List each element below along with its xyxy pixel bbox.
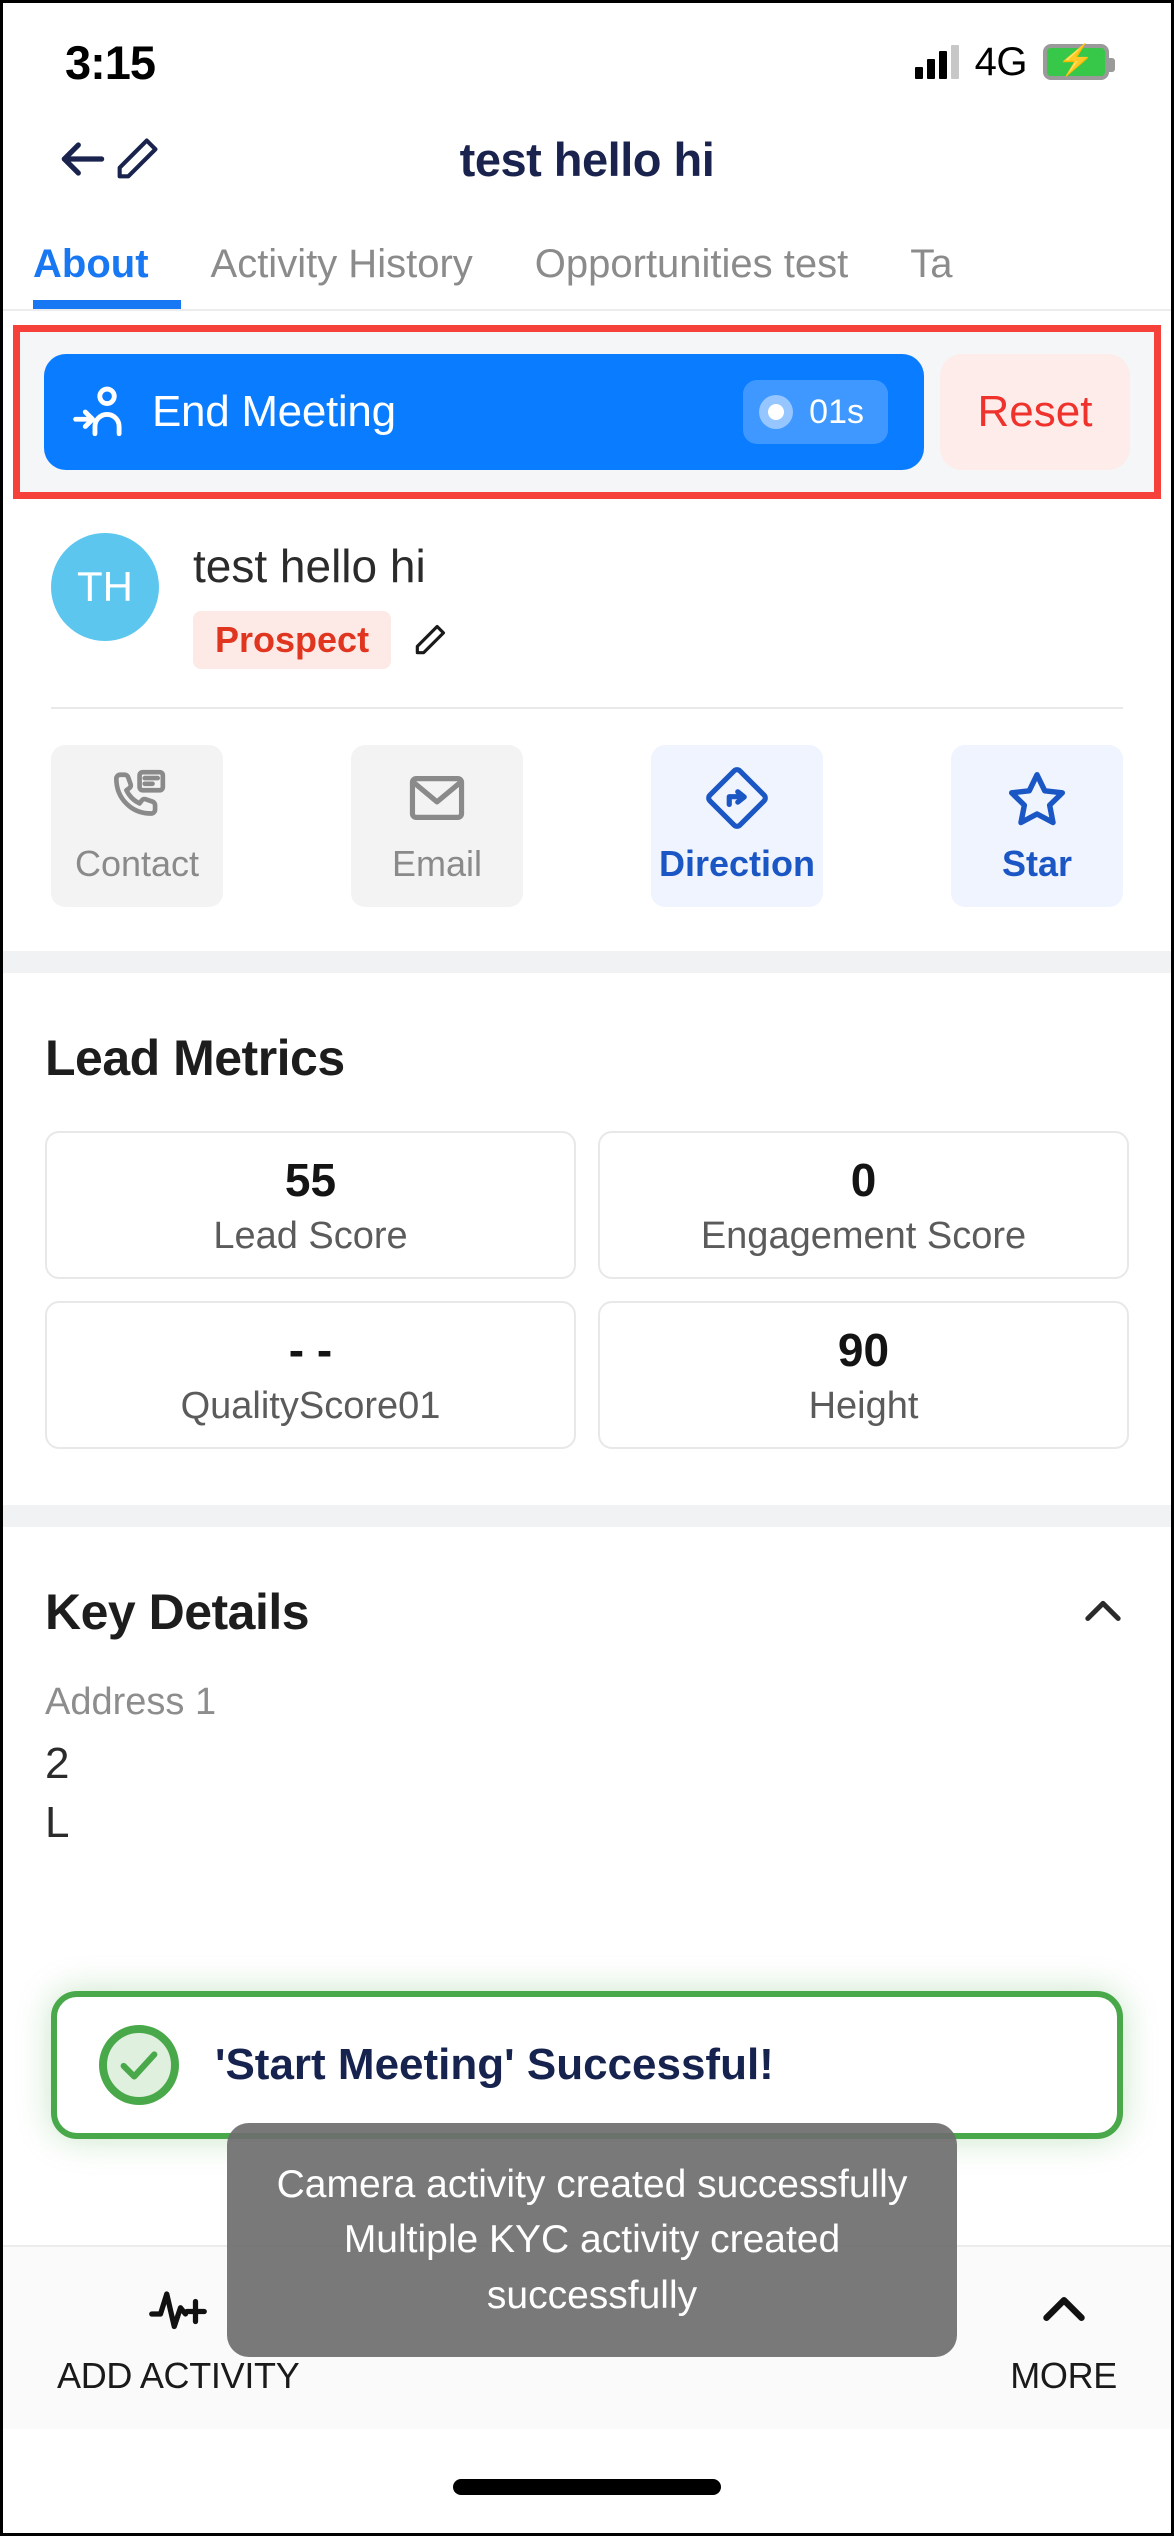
avatar: TH bbox=[51, 533, 159, 641]
person-check-in-icon bbox=[73, 386, 122, 437]
end-meeting-label: End Meeting bbox=[152, 387, 396, 436]
key-details-field-label: Address 1 bbox=[45, 1681, 217, 1723]
lead-metrics-grid: 55 Lead Score 0 Engagement Score - - Qua… bbox=[45, 1131, 1129, 1449]
metric-label: Engagement Score bbox=[700, 1214, 1027, 1257]
tab-about[interactable]: About bbox=[33, 242, 149, 309]
phone-message-icon bbox=[114, 769, 166, 816]
metric-value: 55 bbox=[284, 1153, 337, 1206]
bolt-glyph: ⚡ bbox=[1057, 44, 1095, 77]
chevron-up-icon[interactable] bbox=[1077, 1586, 1129, 1638]
tab-tasks-truncated[interactable]: Ta bbox=[910, 242, 952, 309]
home-indicator bbox=[453, 2479, 721, 2495]
battery-charging-icon: ⚡ bbox=[1043, 44, 1115, 80]
reset-button[interactable]: Reset bbox=[940, 354, 1130, 470]
lead-metrics-title: Lead Metrics bbox=[45, 1030, 345, 1086]
key-details-panel: Key Details Address 1 2 L bbox=[3, 1527, 1171, 1909]
metric-card: 90 Height bbox=[598, 1301, 1129, 1449]
gray-toast: Camera activity created successfully Mul… bbox=[227, 2122, 957, 2357]
pulse-plus-icon bbox=[149, 2291, 208, 2330]
contact-name: test hello hi bbox=[193, 540, 426, 592]
arrow-left-icon bbox=[61, 142, 105, 176]
contact-summary: TH test hello hi Prospect bbox=[3, 499, 1171, 709]
add-activity-label: ADD ACTIVITY bbox=[57, 2355, 300, 2396]
key-details-title: Key Details bbox=[45, 1584, 310, 1640]
quick-action-label: Direction bbox=[658, 843, 816, 884]
status-indicators: 4G ⚡ bbox=[914, 39, 1115, 85]
end-meeting-button[interactable]: End Meeting 01s bbox=[44, 354, 924, 470]
tab-bar[interactable]: About Activity History Opportunities tes… bbox=[3, 215, 1171, 311]
meeting-action-row: End Meeting 01s Reset bbox=[44, 354, 1130, 470]
status-badge: Prospect bbox=[193, 611, 392, 669]
more-button[interactable]: MORE bbox=[1010, 2279, 1117, 2397]
pencil-icon[interactable] bbox=[411, 621, 449, 659]
contact-row: TH test hello hi Prospect bbox=[51, 533, 1123, 669]
metric-value: 90 bbox=[837, 1323, 890, 1376]
signal-bars-icon bbox=[914, 45, 959, 79]
network-type-label: 4G bbox=[974, 39, 1028, 84]
quick-action-label: Star bbox=[1001, 843, 1073, 884]
tab-activity-history[interactable]: Activity History bbox=[211, 242, 473, 309]
lead-metrics-panel: Lead Metrics 55 Lead Score 0 Engagement … bbox=[3, 973, 1171, 1505]
navigation-diamond-icon bbox=[706, 767, 768, 829]
quick-action-email[interactable]: Email bbox=[351, 745, 523, 907]
star-outline-icon bbox=[1008, 772, 1066, 826]
status-time: 3:15 bbox=[65, 35, 156, 89]
metric-value: 0 bbox=[850, 1153, 877, 1206]
gray-toast-line-2: Multiple KYC activity created successful… bbox=[343, 2218, 841, 2317]
gray-toast-line-1: Camera activity created successfully bbox=[276, 2162, 908, 2206]
key-details-header[interactable]: Key Details bbox=[45, 1583, 1129, 1641]
metric-label: QualityScore01 bbox=[180, 1384, 441, 1427]
back-button[interactable] bbox=[55, 131, 111, 187]
meeting-action-highlight: End Meeting 01s Reset bbox=[13, 325, 1161, 499]
pencil-icon bbox=[117, 138, 158, 179]
quick-action-contact[interactable]: Contact bbox=[51, 745, 223, 907]
metric-card: 0 Engagement Score bbox=[598, 1131, 1129, 1279]
check-glyph bbox=[120, 2051, 158, 2080]
metric-value: - - bbox=[288, 1323, 333, 1376]
section-separator bbox=[3, 951, 1171, 973]
success-toast-message: 'Start Meeting' Successful! bbox=[215, 2040, 774, 2089]
check-circle-icon bbox=[99, 2025, 179, 2105]
chevron-up-icon bbox=[1042, 2297, 1085, 2321]
active-tab-indicator bbox=[33, 300, 181, 309]
record-dot-icon bbox=[759, 395, 794, 429]
app-header: test hello hi bbox=[3, 103, 1171, 215]
tab-opportunities-test[interactable]: Opportunities test bbox=[535, 242, 849, 309]
more-label: MORE bbox=[1010, 2355, 1117, 2396]
quick-action-label: Contact bbox=[74, 843, 200, 884]
meeting-timer-value: 01s bbox=[809, 392, 864, 431]
meeting-timer-badge: 01s bbox=[743, 380, 888, 444]
metric-label: Lead Score bbox=[213, 1214, 408, 1257]
metric-label: Height bbox=[808, 1384, 919, 1427]
quick-action-direction[interactable]: Direction bbox=[651, 745, 823, 907]
metric-card: - - QualityScore01 bbox=[45, 1301, 576, 1449]
phone-screen: 3:15 4G ⚡ test hello hi About Activity H… bbox=[0, 0, 1174, 2536]
section-separator bbox=[3, 1505, 1171, 1527]
quick-action-star[interactable]: Star bbox=[951, 745, 1123, 907]
page-title: test hello hi bbox=[459, 132, 715, 186]
key-details-field-value: 2 L bbox=[45, 1739, 70, 1848]
quick-action-row: Contact Email Direction Star bbox=[3, 709, 1171, 951]
edit-record-button[interactable] bbox=[111, 133, 163, 185]
contact-texts: test hello hi Prospect bbox=[193, 533, 449, 669]
status-bar: 3:15 4G ⚡ bbox=[3, 3, 1171, 103]
quick-action-label: Email bbox=[391, 843, 483, 884]
metric-card: 55 Lead Score bbox=[45, 1131, 576, 1279]
envelope-icon bbox=[409, 776, 465, 820]
contact-badge-row: Prospect bbox=[193, 611, 449, 669]
success-toast: 'Start Meeting' Successful! bbox=[51, 1991, 1123, 2139]
key-details-body: Address 1 2 L bbox=[45, 1681, 1129, 1853]
